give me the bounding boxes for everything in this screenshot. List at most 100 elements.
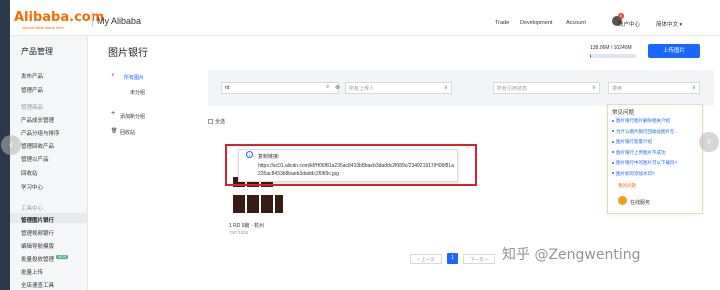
sidebar-item-label: 发布产品 xyxy=(21,74,44,80)
highlight-box xyxy=(225,144,477,186)
storage-usage-text: 138.06M / 10240M xyxy=(590,45,632,51)
select-all-label: 全选 xyxy=(215,119,226,125)
sidebar-item[interactable]: 批量上传 xyxy=(21,268,43,276)
online-service-link[interactable]: 在线服务 xyxy=(630,199,650,206)
new-badge: NEW xyxy=(56,255,69,259)
image-dimensions: 750*1000 xyxy=(229,230,249,235)
nav-trade[interactable]: Trade xyxy=(495,20,509,26)
faq-question-link[interactable]: 图片如何添加水印? xyxy=(612,171,700,177)
sidebar-item-label: 管理视频银行 xyxy=(21,231,55,237)
next-page-button[interactable]: 下一页 > xyxy=(463,254,495,264)
faq-title: 常见问题 xyxy=(612,110,635,116)
faq-question-link[interactable]: 图片银行容量介绍 xyxy=(612,139,700,145)
account-center-link[interactable]: 账户中心 xyxy=(618,20,640,28)
bullet-icon xyxy=(612,172,614,175)
folder-all-images[interactable]: 所有图片 xyxy=(124,74,144,81)
faq-question-text: 图片银行容量介绍 xyxy=(616,139,652,144)
faq-question-text: 图片银行图片删除相关介绍 xyxy=(616,118,670,123)
sidebar-item-label: 产品成长管理 xyxy=(21,118,55,124)
sidebar-item-label: 工具中心 xyxy=(21,206,44,212)
faq-question-link[interactable]: 图片银行中的图片可以下载吗? xyxy=(612,160,700,166)
prev-page-button[interactable]: < 上一页 xyxy=(410,254,442,264)
alibaba-logo[interactable]: Alibaba.com xyxy=(14,10,104,25)
filter-panel: rd ⌕ ⊗ 所有上传人 ∨ 所有引用状态 ∨ 排序 ∨ xyxy=(208,70,714,106)
chevron-down-icon: ▾ xyxy=(679,22,683,28)
reference-placeholder: 所有引用状态 xyxy=(497,86,528,92)
language-select[interactable]: 简体中文 ▾ xyxy=(656,20,682,28)
bullet-icon xyxy=(612,151,614,154)
sidebar-title: 产品管理 xyxy=(21,47,53,56)
sidebar-item[interactable]: 管理视频银行 xyxy=(21,229,54,237)
storage-usage-fill xyxy=(590,54,591,58)
search-icon[interactable]: ⌕ xyxy=(326,84,329,91)
chevron-left-icon: ‹ xyxy=(9,137,13,151)
nav-development[interactable]: Development xyxy=(520,20,552,26)
sidebar-item[interactable]: 全店速查工具 xyxy=(21,281,54,289)
sidebar-item-label: 管理图片银行 xyxy=(21,218,55,224)
faq-question-link[interactable]: 图片银行图片删除相关介绍 xyxy=(612,118,700,124)
search-input[interactable]: rd ⌕ ⊗ xyxy=(221,82,340,94)
bullet-icon xyxy=(612,140,614,143)
image-thumbnail xyxy=(275,195,283,213)
logo-tagline: Global trade starts here. xyxy=(22,25,65,30)
faq-question-text: 图片银行上传图片不成功 xyxy=(616,149,666,155)
watermark: 知乎 @Zengwenting xyxy=(502,247,641,263)
image-thumbnail xyxy=(261,195,273,213)
trash-icon: 🗑 xyxy=(111,128,118,134)
folder-ungrouped[interactable]: 未分组 xyxy=(130,89,145,96)
sidebar-item-label: 产品分组与排序 xyxy=(21,131,60,137)
chevron-down-icon[interactable]: ∨ xyxy=(111,72,115,78)
scroll-right-button[interactable]: › xyxy=(699,132,719,152)
image-thumbnail xyxy=(233,195,245,213)
uploader-select[interactable]: 所有上传人 ∨ xyxy=(345,82,452,94)
bullet-icon xyxy=(612,130,614,133)
bullet-icon xyxy=(612,161,614,164)
sidebar-item[interactable]: 学习中心 xyxy=(21,183,43,191)
search-value: rd xyxy=(225,85,230,91)
faq-question-text: 图片银行中的图片可以下载吗? xyxy=(616,160,678,165)
faq-question-link[interactable]: 为什么图片银行回收站图片在... xyxy=(612,129,700,135)
sidebar-item-label: 全店速查工具 xyxy=(21,283,55,289)
sort-select[interactable]: 排序 ∨ xyxy=(608,82,700,94)
sidebar-item[interactable]: 产品分组与排序 xyxy=(21,129,60,137)
bullet-icon xyxy=(612,119,614,122)
sidebar-item[interactable]: 回收站 xyxy=(21,169,38,177)
faq-question-link[interactable]: 图片银行上传图片不成功 xyxy=(612,150,700,156)
my-questions-link[interactable]: 我的问题 xyxy=(618,183,636,189)
sidebar-item-label: 学习中心 xyxy=(21,185,44,191)
reference-status-select[interactable]: 所有引用状态 ∨ xyxy=(493,82,600,94)
sidebar-item[interactable]: 管理图片银行 xyxy=(21,216,54,224)
faq-question-text: 为什么图片银行回收站图片在... xyxy=(616,128,679,134)
nav-account[interactable]: Account xyxy=(566,20,586,26)
sidebar-item[interactable]: 管理产品 xyxy=(21,86,43,94)
chevron-down-icon: ∨ xyxy=(591,85,596,91)
sidebar-item[interactable]: 批量投放管理 NEW xyxy=(21,255,69,263)
page-title: 图片银行 xyxy=(108,48,148,59)
customer-service-icon xyxy=(618,196,627,205)
clear-icon[interactable]: ⊗ xyxy=(335,84,340,91)
sidebar-item[interactable]: 管理回收产品 xyxy=(21,142,54,150)
upload-image-button[interactable]: 上传图片 xyxy=(648,44,700,58)
sidebar-item-label: 管理商品 xyxy=(21,105,44,111)
scroll-left-button[interactable]: ‹ xyxy=(1,135,21,155)
select-all-checkbox[interactable]: 全选 xyxy=(208,118,225,125)
header-title[interactable]: My Alibaba xyxy=(97,16,141,26)
sidebar-item: 管理商品 xyxy=(21,103,43,111)
sidebar-item-label: 批量上传 xyxy=(21,270,44,276)
sidebar-item-label: 批量投放管理 xyxy=(21,257,55,263)
header-divider xyxy=(92,12,93,26)
sidebar-item: 工具中心 xyxy=(21,204,43,212)
faq-question-text: 图片如何添加水印? xyxy=(616,170,655,176)
sidebar-item[interactable]: 编辑导航模版 xyxy=(21,242,54,250)
storage-usage-bar xyxy=(590,54,636,58)
image-thumbnail xyxy=(247,195,259,213)
page-1-button[interactable]: 1 xyxy=(447,253,458,264)
sidebar-item-label: 管理以产品 xyxy=(21,157,49,163)
add-group-link[interactable]: 添加新分组 xyxy=(120,113,145,120)
checkbox-box xyxy=(208,119,213,125)
sidebar-item[interactable]: 发布产品 xyxy=(21,72,43,80)
recycle-bin-link[interactable]: 回收站 xyxy=(120,129,135,136)
uploader-placeholder: 所有上传人 xyxy=(349,86,375,92)
sidebar-item[interactable]: 产品成长管理 xyxy=(21,116,54,124)
sidebar-item[interactable]: 管理以产品 xyxy=(21,155,49,163)
